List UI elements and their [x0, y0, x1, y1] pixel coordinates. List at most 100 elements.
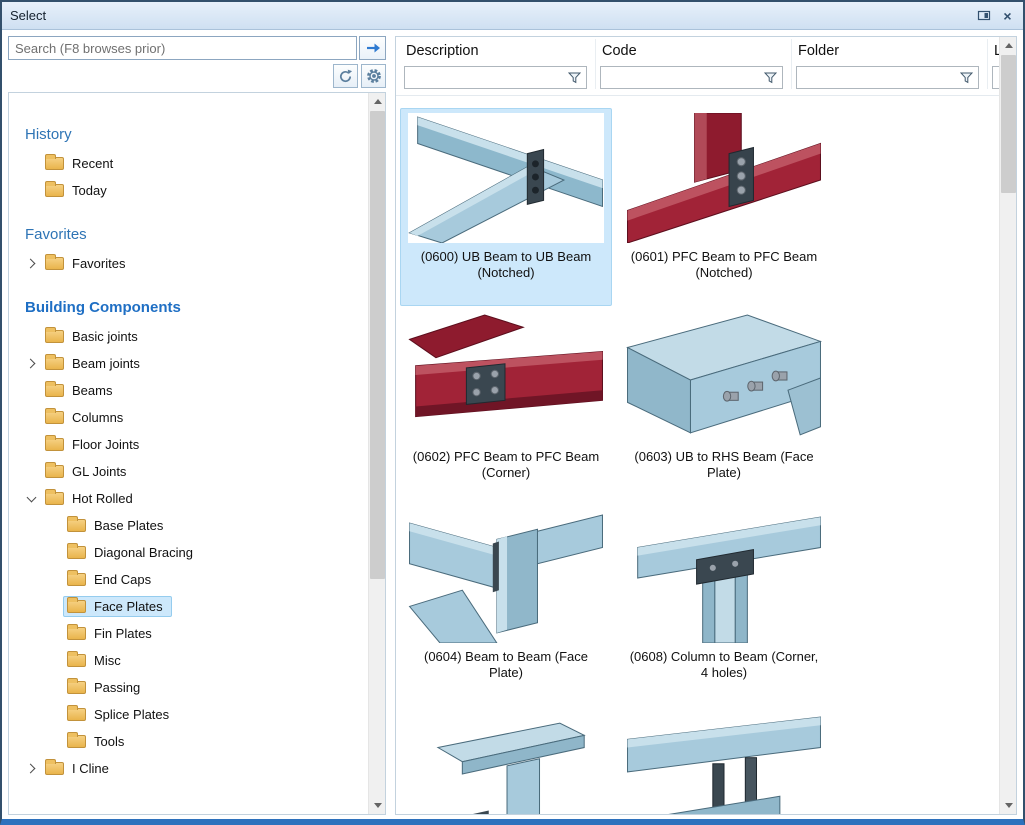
component-item-partial-2[interactable] — [618, 708, 830, 814]
component-thumbnail — [626, 113, 822, 243]
tree-item-label: Fin Plates — [94, 626, 152, 641]
tree-item-base-plates[interactable]: Base Plates — [21, 512, 359, 539]
tree-item-columns[interactable]: Columns — [21, 404, 359, 431]
tree-item-label: Basic joints — [72, 329, 138, 344]
chevron-right-icon[interactable] — [25, 259, 35, 269]
filter-funnel-button[interactable] — [761, 68, 779, 87]
column-header-label[interactable]: Folder — [796, 41, 979, 66]
tree-item-end-caps[interactable]: End Caps — [21, 566, 359, 593]
column-header-label[interactable]: Code — [600, 41, 783, 66]
tree-item-label: Beam joints — [72, 356, 140, 371]
close-icon: × — [1003, 9, 1011, 23]
component-item-0603[interactable]: (0603) UB to RHS Beam (Face Plate) — [618, 308, 830, 506]
search-input[interactable] — [8, 36, 357, 60]
component-caption: (0601) PFC Beam to PFC Beam (Notched) — [625, 249, 823, 281]
tree-section-building-components[interactable]: Building Components — [21, 290, 359, 323]
tree-item-label: Columns — [72, 410, 123, 425]
tree-item-floor-joints[interactable]: Floor Joints — [21, 431, 359, 458]
chevron-right-icon[interactable] — [25, 764, 35, 774]
chevron-right-icon[interactable] — [25, 359, 35, 369]
triangle-up-icon — [374, 99, 382, 104]
filter-funnel-button[interactable] — [957, 68, 975, 87]
folder-icon — [45, 330, 64, 343]
folder-icon — [45, 184, 64, 197]
filter-funnel-button[interactable] — [565, 68, 583, 87]
refresh-button[interactable] — [333, 64, 358, 88]
folder-icon — [67, 519, 86, 532]
tree-item-fin-plates[interactable]: Fin Plates — [21, 620, 359, 647]
component-caption: (0602) PFC Beam to PFC Beam (Corner) — [407, 449, 605, 481]
column-header-label[interactable]: Description — [404, 41, 587, 66]
tree-item-label: Tools — [94, 734, 124, 749]
component-thumbnail — [626, 313, 822, 443]
component-item-0601[interactable]: (0601) PFC Beam to PFC Beam (Notched) — [618, 108, 830, 306]
settings-button[interactable] — [361, 64, 386, 88]
dialog-body: History Recent Today Favorite — [2, 30, 1023, 819]
component-item-0608[interactable]: (0608) Column to Beam (Corner, 4 holes) — [618, 508, 830, 706]
tree-item-beam-joints[interactable]: Beam joints — [21, 350, 359, 377]
scroll-up-arrow[interactable] — [1000, 37, 1017, 54]
column-description: Description — [400, 39, 596, 89]
tree-item-passing[interactable]: Passing — [21, 674, 359, 701]
folder-icon — [45, 384, 64, 397]
scrollbar-thumb[interactable] — [1001, 55, 1016, 193]
tree-item-gl-joints[interactable]: GL Joints — [21, 458, 359, 485]
folder-icon — [67, 681, 86, 694]
chevron-down-icon[interactable] — [26, 492, 36, 502]
tree-item-beams[interactable]: Beams — [21, 377, 359, 404]
tree-item-partial[interactable]: I Cline — [21, 755, 359, 782]
component-item-0604[interactable]: (0604) Beam to Beam (Face Plate) — [400, 508, 612, 706]
title-buttons: × — [973, 6, 1018, 25]
selected-tree-item: Face Plates — [63, 596, 172, 617]
component-thumbnail — [626, 713, 822, 814]
folder-icon — [67, 708, 86, 721]
results-scrollbar[interactable] — [999, 37, 1016, 814]
folder-icon — [45, 157, 64, 170]
scroll-up-arrow[interactable] — [369, 93, 386, 110]
tree-scrollbar[interactable] — [368, 93, 385, 814]
tree-item-label: GL Joints — [72, 464, 126, 479]
filter-box-description — [404, 66, 587, 89]
folder-icon — [67, 627, 86, 640]
component-thumbnail — [408, 313, 604, 443]
close-button[interactable]: × — [997, 6, 1018, 25]
window-title: Select — [10, 8, 46, 23]
component-item-partial-1[interactable] — [400, 708, 612, 814]
folder-icon — [67, 600, 86, 613]
scroll-down-arrow[interactable] — [1000, 797, 1017, 814]
tree-item-label: Face Plates — [94, 599, 163, 614]
tree-item-hot-rolled[interactable]: Hot Rolled — [21, 485, 359, 512]
scroll-down-arrow[interactable] — [369, 797, 386, 814]
component-item-0602[interactable]: (0602) PFC Beam to PFC Beam (Corner) — [400, 308, 612, 506]
component-caption: (0604) Beam to Beam (Face Plate) — [407, 649, 605, 681]
filter-input-description[interactable] — [408, 68, 563, 87]
tree-item-label: End Caps — [94, 572, 151, 587]
tree-item-diagonal-bracing[interactable]: Diagonal Bracing — [21, 539, 359, 566]
title-bar[interactable]: Select × — [2, 2, 1023, 30]
filter-input-folder[interactable] — [800, 68, 955, 87]
tree-section-favorites[interactable]: Favorites — [21, 217, 359, 250]
tree-item-basic-joints[interactable]: Basic joints — [21, 323, 359, 350]
triangle-down-icon — [374, 803, 382, 808]
tree-item-label: I Cline — [72, 761, 109, 776]
component-item-0600[interactable]: (0600) UB Beam to UB Beam (Notched) — [400, 108, 612, 306]
tree-item-misc[interactable]: Misc — [21, 647, 359, 674]
tree-item-face-plates[interactable]: Face Plates — [21, 593, 359, 620]
component-caption: (0603) UB to RHS Beam (Face Plate) — [625, 449, 823, 481]
component-thumbnail — [408, 113, 604, 243]
tree-item-recent[interactable]: Recent — [21, 150, 359, 177]
tree-item-favorites[interactable]: Favorites — [21, 250, 359, 277]
scrollbar-thumb[interactable] — [370, 111, 385, 579]
tree-item-tools[interactable]: Tools — [21, 728, 359, 755]
results-grid: (0600) UB Beam to UB Beam (Notched) — [396, 96, 1016, 814]
select-window: Select × — [0, 0, 1025, 825]
folder-icon — [67, 735, 86, 748]
component-thumbnail — [408, 713, 604, 814]
tree-item-splice-plates[interactable]: Splice Plates — [21, 701, 359, 728]
component-caption: (0608) Column to Beam (Corner, 4 holes) — [625, 649, 823, 681]
filter-input-code[interactable] — [604, 68, 759, 87]
tree-section-history[interactable]: History — [21, 117, 359, 150]
search-go-button[interactable] — [359, 36, 386, 60]
pin-button[interactable] — [973, 6, 994, 25]
tree-item-today[interactable]: Today — [21, 177, 359, 204]
